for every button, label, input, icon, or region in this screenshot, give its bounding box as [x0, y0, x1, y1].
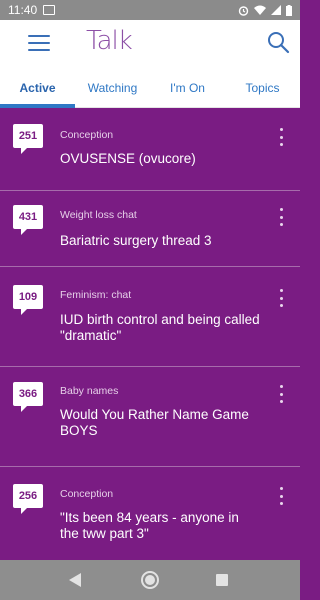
- thread-title: "Its been 84 years - anyone in the tww p…: [60, 510, 239, 541]
- more-options-icon[interactable]: [276, 289, 286, 307]
- thread-category: Feminism: chat: [60, 289, 132, 301]
- alarm-icon: [238, 5, 249, 16]
- app-bar: Talk: [0, 20, 300, 68]
- search-icon[interactable]: [266, 30, 290, 54]
- thread-title: Would You Rather Name Game BOYS: [60, 407, 249, 438]
- hamburger-menu-icon[interactable]: [28, 35, 50, 53]
- signal-icon: [271, 5, 281, 15]
- thread-row[interactable]: 251 Conception OVUSENSE (ovucore): [0, 108, 300, 191]
- thread-category: Baby names: [60, 385, 119, 397]
- thread-row[interactable]: 431 Weight loss chat Bariatric surgery t…: [0, 191, 300, 267]
- reply-count-badge: 256: [13, 484, 43, 514]
- status-bar: 11:40: [0, 0, 300, 20]
- thread-category: Conception: [60, 129, 114, 141]
- more-options-icon[interactable]: [276, 487, 286, 505]
- thread-list: 251 Conception OVUSENSE (ovucore) 431 We…: [0, 108, 300, 560]
- thread-category: Conception: [60, 488, 114, 500]
- wifi-icon: [254, 5, 266, 15]
- tab-bar: Active Watching I'm On Topics: [0, 68, 300, 108]
- status-time: 11:40: [8, 3, 38, 17]
- notification-icon: [43, 5, 56, 15]
- battery-icon: [286, 4, 292, 16]
- more-options-icon[interactable]: [276, 128, 286, 146]
- thread-category: Weight loss chat: [60, 209, 137, 221]
- back-icon[interactable]: [68, 572, 82, 588]
- thread-row[interactable]: 366 Baby names Would You Rather Name Gam…: [0, 367, 300, 467]
- tab-topics[interactable]: Topics: [225, 68, 300, 107]
- thread-row[interactable]: 256 Conception "Its been 84 years - anyo…: [0, 467, 300, 560]
- thread-title: OVUSENSE (ovucore): [60, 151, 196, 166]
- recent-apps-icon[interactable]: [216, 574, 228, 586]
- reply-count-badge: 366: [13, 382, 43, 412]
- tab-watching[interactable]: Watching: [75, 68, 150, 107]
- more-options-icon[interactable]: [276, 385, 286, 403]
- tab-active[interactable]: Active: [0, 68, 75, 108]
- more-options-icon[interactable]: [276, 208, 286, 226]
- reply-count-badge: 109: [13, 285, 43, 315]
- reply-count-badge: 431: [13, 205, 43, 235]
- thread-title: IUD birth control and being called "dram…: [60, 312, 260, 343]
- status-icons: [238, 4, 292, 16]
- system-navigation-bar: [0, 560, 300, 600]
- thread-title: Bariatric surgery thread 3: [60, 233, 212, 248]
- app-logo: Talk: [86, 26, 133, 56]
- home-icon[interactable]: [140, 570, 160, 590]
- tab-im-on[interactable]: I'm On: [150, 68, 225, 107]
- thread-row[interactable]: 109 Feminism: chat IUD birth control and…: [0, 267, 300, 367]
- reply-count-badge: 251: [13, 124, 43, 154]
